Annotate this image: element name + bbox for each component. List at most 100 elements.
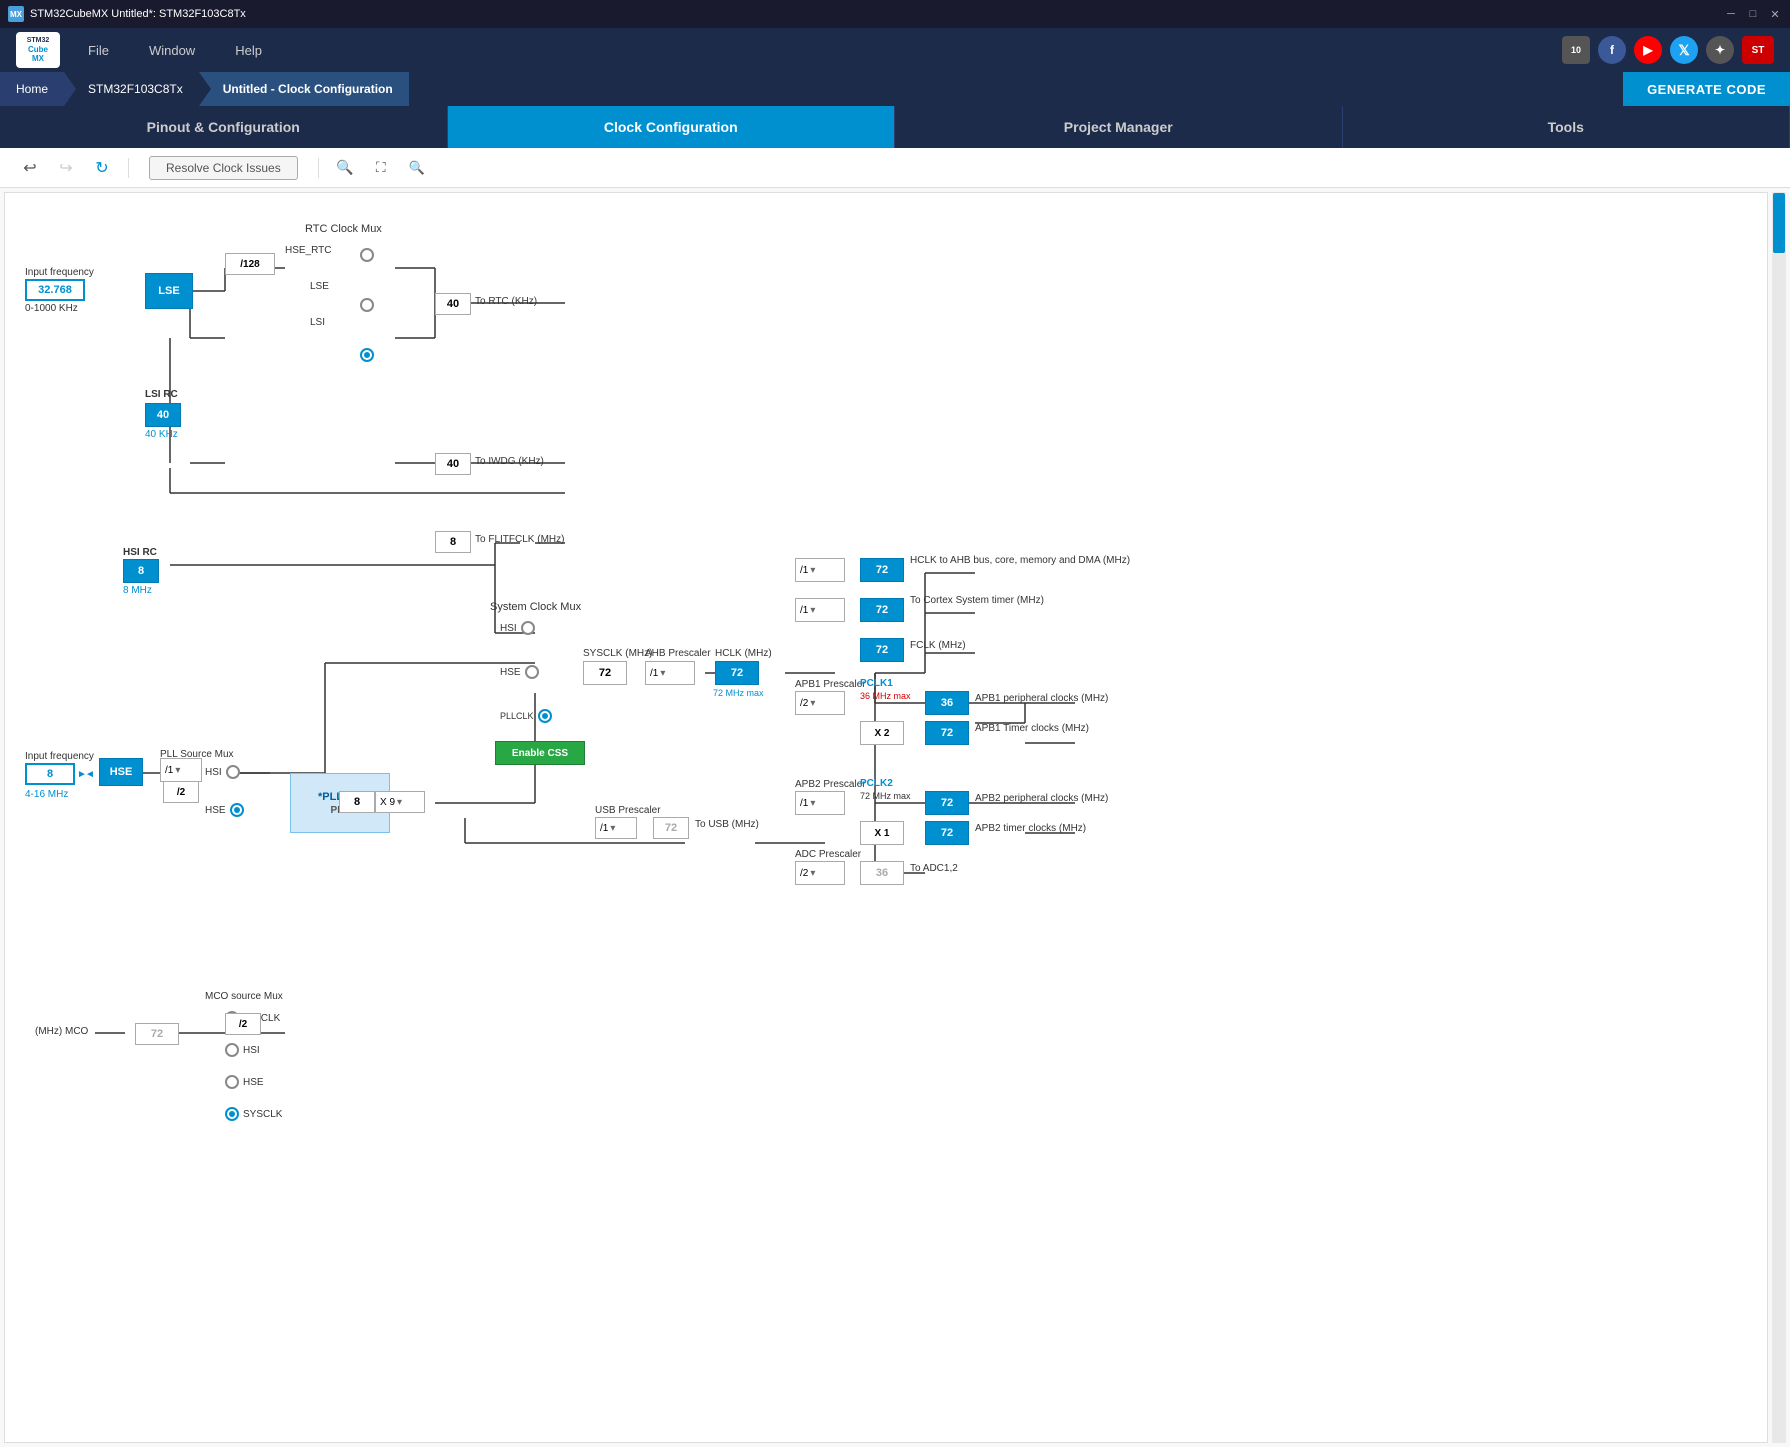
toolbar-separator-2 [318,158,319,178]
apb1-div-select[interactable]: /2 [795,691,845,715]
pll-mul-select[interactable]: X 9 [375,791,425,813]
sys-radio-hsi[interactable] [521,621,535,635]
lse-mux-label: LSE [310,281,329,292]
div128-box: /128 [225,253,275,275]
rtc-radio-hse[interactable] [360,248,374,262]
tab-project[interactable]: Project Manager [895,106,1343,148]
logo: STM32 Cube MX [16,32,60,68]
close-button[interactable]: ✕ [1768,7,1782,21]
menu-file[interactable]: File [80,39,117,62]
mco-hse-label: HSE [243,1077,264,1088]
breadcrumb-active[interactable]: Untitled - Clock Configuration [199,72,409,106]
hclk-label: HCLK (MHz) [715,648,772,659]
x2-apb1-box: X 2 [860,721,904,745]
facebook-icon[interactable]: f [1598,36,1626,64]
network-icon[interactable]: ✦ [1706,36,1734,64]
twitter-icon[interactable]: 𝕏 [1670,36,1698,64]
to-iwdg-label: To IWDG (KHz) [475,456,544,467]
hse-range-label: 4-16 MHz [25,789,68,800]
zoom-out-button[interactable]: 🔍 [403,154,431,182]
cortex-div-select[interactable]: /1 [795,598,845,622]
to-adc-label: To ADC1,2 [910,863,958,874]
sys-radio-hse[interactable] [525,665,539,679]
sysclk-val-box[interactable]: 72 [583,661,627,685]
apb2-periph-val: 72 [925,791,969,815]
youtube-icon[interactable]: ▶ [1634,36,1662,64]
usb-div-select[interactable]: /1 [595,817,637,839]
rtc-radio-lsi[interactable] [360,348,374,362]
menu-items: File Window Help [80,39,1562,62]
enable-css-button[interactable]: Enable CSS [495,741,585,765]
st-icon[interactable]: ST [1742,36,1774,64]
mco-hsi-label: HSI [243,1045,260,1056]
main-area: Input frequency 32.768 0-1000 KHz LSE LS… [0,188,1790,1447]
apb1-periph-val: 36 [925,691,969,715]
breadcrumb-home[interactable]: Home [0,72,64,106]
fclk-label: FCLK (MHz) [910,640,966,651]
mco-radio-sysclk[interactable] [225,1107,239,1121]
pll-radio-hse[interactable] [230,803,244,817]
version-badge: 10 [1562,36,1590,64]
sys-radio-pll[interactable] [538,709,552,723]
clock-canvas[interactable]: Input frequency 32.768 0-1000 KHz LSE LS… [4,192,1768,1443]
undo-button[interactable]: ↩ [16,154,44,182]
ahb-div-select[interactable]: /1 [645,661,695,685]
sys-clock-mux-label: System Clock Mux [490,601,581,613]
usb-prescaler-label: USB Prescaler [595,805,661,816]
hse-div1-select[interactable]: /1 [160,758,202,782]
hse-input-label: Input frequency [25,751,94,762]
sys-mux-radios: HSI HSE PLLCLK [500,621,552,723]
apb2-div-select[interactable]: /1 [795,791,845,815]
pclk2-max-label: 72 MHz max [860,791,911,801]
cortex-timer-val: 72 [860,598,904,622]
ahb-out-div-select[interactable]: /1 [795,558,845,582]
apb2-timer-label: APB2 timer clocks (MHz) [975,823,1086,834]
mco-div2-box: /2 [225,1013,261,1035]
lse-freq-input[interactable]: 32.768 [25,279,85,301]
lsi-khz-label: 40 KHz [145,429,178,440]
adc-div-select[interactable]: /2 [795,861,845,885]
redo-button[interactable]: ↪ [52,154,80,182]
pll-mul-val-box[interactable]: 8 [339,791,375,813]
adc-prescaler-label: ADC Prescaler [795,849,861,860]
hclk-val-box[interactable]: 72 [715,661,759,685]
vertical-scrollbar[interactable] [1772,192,1786,1443]
pclk1-max-label: 36 MHz max [860,691,911,701]
breadcrumb-device[interactable]: STM32F103C8Tx [64,72,199,106]
pllclk-sys-label: PLLCLK [500,711,534,721]
apb1-timer-label: APB1 Timer clocks (MHz) [975,723,1089,734]
lsi-rc-label: LSI RC [145,389,178,400]
tab-clock[interactable]: Clock Configuration [448,106,896,148]
scrollbar-thumb-v[interactable] [1773,193,1785,253]
ahb-prescaler-label: AHB Prescaler [645,648,711,659]
resolve-clock-issues-button[interactable]: Resolve Clock Issues [149,156,298,180]
hsi-value-box[interactable]: 8 [123,559,159,583]
mco-radio-hsi[interactable] [225,1043,239,1057]
hsi-rc-label: HSI RC [123,547,157,558]
mco-radio-hse[interactable] [225,1075,239,1089]
mco-mhz-label: (MHz) MCO [35,1026,88,1037]
hse-node[interactable]: HSE [99,758,143,786]
lse-node[interactable]: LSE [145,273,193,309]
pclk2-label: PCLK2 [860,778,893,789]
lsi-mux-label: LSI [310,317,325,328]
zoom-in-button[interactable]: 🔍 [331,154,359,182]
maximize-button[interactable]: □ [1746,7,1760,21]
rtc-radio-lse[interactable] [360,298,374,312]
pll-source-radios: HSI HSE [205,765,244,817]
fit-screen-button[interactable]: ⛶ [367,154,395,182]
minimize-button[interactable]: ─ [1724,7,1738,21]
hclk-ahb-label: HCLK to AHB bus, core, memory and DMA (M… [910,555,1130,566]
menu-window[interactable]: Window [141,39,203,62]
menu-help[interactable]: Help [227,39,270,62]
tab-pinout[interactable]: Pinout & Configuration [0,106,448,148]
lsi-value-box[interactable]: 40 [145,403,181,427]
menu-bar: STM32 Cube MX File Window Help 10 f ▶ 𝕏 … [0,28,1790,72]
generate-code-button[interactable]: GENERATE CODE [1623,72,1790,106]
pll-div2-box: /2 [163,781,199,803]
hse-freq-input[interactable]: 8 [25,763,75,785]
mco-sysclk-label: SYSCLK [243,1109,282,1120]
pll-radio-hsi[interactable] [226,765,240,779]
refresh-button[interactable]: ↻ [88,154,116,182]
tab-tools[interactable]: Tools [1343,106,1790,148]
